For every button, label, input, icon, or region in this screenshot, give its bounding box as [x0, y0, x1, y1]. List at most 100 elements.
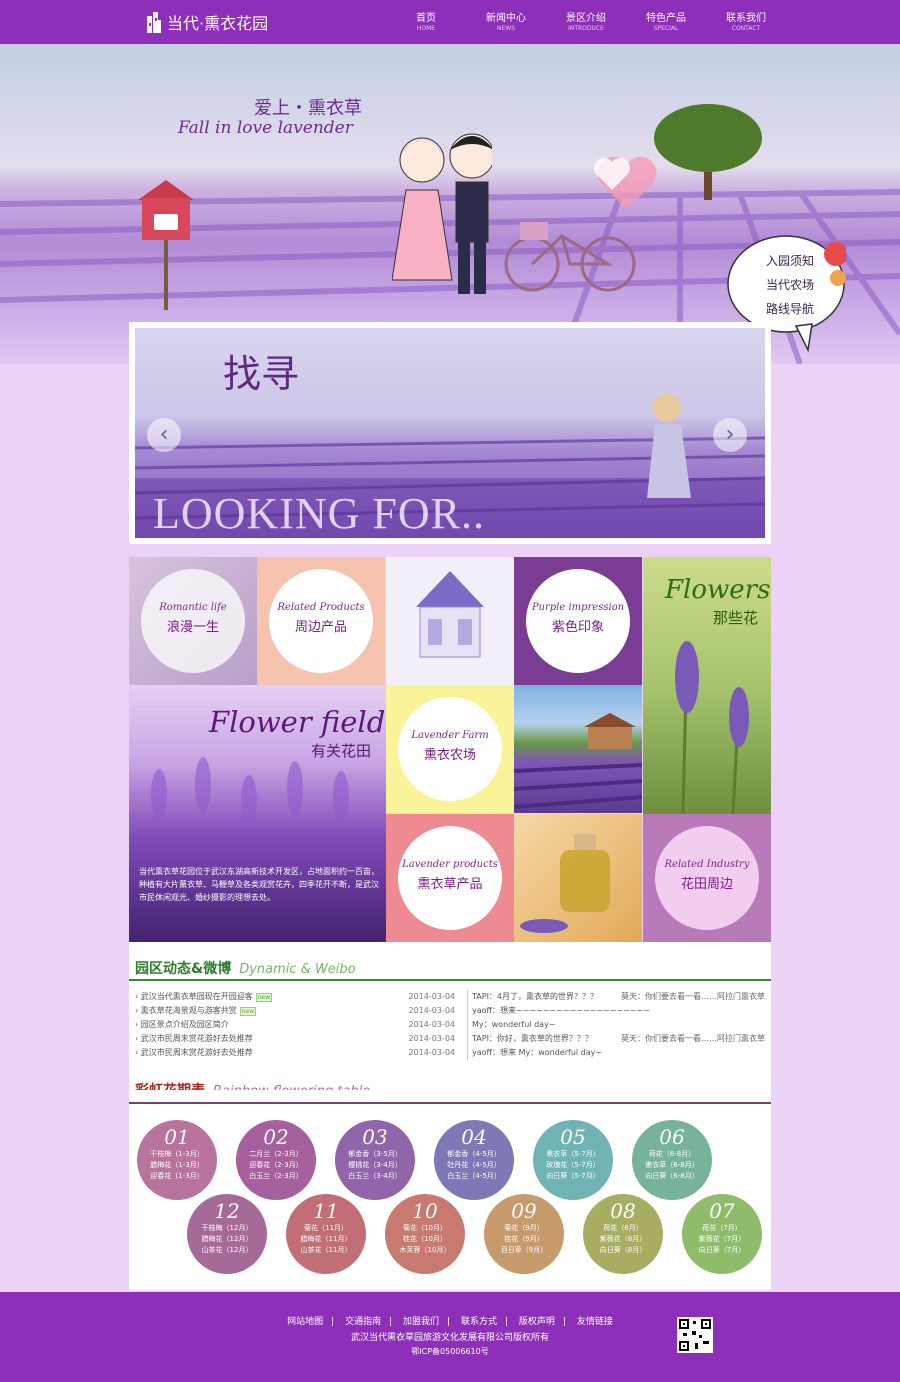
tile-title-cn: 周边产品	[294, 620, 347, 635]
tile-lavender-products: Lavender products 熏衣草产品	[386, 814, 514, 942]
month-number: 05	[560, 1125, 586, 1149]
flower-line: 樱桃花（3-4月）	[348, 1161, 402, 1169]
tile-related-industry: Related Industry 花田周边	[643, 814, 771, 942]
purple-impression-link[interactable]: Purple impression 紫色印象	[526, 569, 630, 673]
flower-line: 腊梅花（1-3月）	[150, 1161, 204, 1169]
flower-line: 玫瑰花（5-7月）	[546, 1161, 600, 1169]
footer: 网站地图 | 交通指南 | 加盟我们 | 联系方式 | 版权声明 | 友情链接 武汉当代熏…	[0, 1292, 900, 1382]
weibo-post[interactable]: TAPI：4月了，熏衣草的世界？？？ 莫天：你们要去看一看……阿拉门熏衣草	[472, 990, 765, 1004]
couple-illustration	[392, 133, 492, 294]
flower-line: 荷花（6-8月）	[648, 1150, 696, 1158]
footer-link-join[interactable]: 加盟我们	[397, 1317, 445, 1327]
news-item[interactable]: 园区景点介绍及园区简介 2014-03-04	[135, 1018, 455, 1032]
icp-number: 鄂ICP备05006610号	[411, 1347, 489, 1356]
tile-title-cn: 熏衣草产品	[417, 877, 483, 892]
month-circle[interactable]: 12 干枝梅（12月） 腊梅花（12月） 山茶花（12月）	[187, 1194, 267, 1274]
month-circle[interactable]: 05 熏衣草（5-7月） 玫瑰花（5-7月） 向日葵（5-7月）	[533, 1120, 613, 1200]
flower-line: 荷花（8月）	[603, 1224, 643, 1232]
hero-banner: 爱上・熏衣草 Fall in love lavender 入园须知 当代农场 路…	[0, 44, 900, 364]
month-number: 03	[362, 1125, 388, 1149]
slider-next-button[interactable]: ›	[713, 418, 747, 452]
tile-title-en: Lavender Farm	[411, 730, 489, 741]
nav-introduce[interactable]: 景区介绍 INTRODUCE	[546, 12, 626, 33]
news-item[interactable]: 武汉当代熏衣草园现在开园迎客new 2014-03-04	[135, 990, 455, 1004]
tile-flowers[interactable]: Flowers 那些花	[643, 557, 771, 814]
footer-link-contact[interactable]: 联系方式	[455, 1317, 503, 1327]
qr-code-icon	[677, 1317, 713, 1353]
bicycle-illustration	[504, 222, 636, 292]
romantic-life-link[interactable]: Romantic life 浪漫一生	[141, 569, 245, 673]
nav-special[interactable]: 特色产品 SPECIAL	[626, 12, 706, 33]
nav-sublabel: HOME	[416, 25, 436, 32]
quick-link-entry-notice[interactable]: 入园须知	[760, 252, 820, 269]
month-circle[interactable]: 11 菊花（11月） 腊梅花（11月） 山茶花（11月）	[286, 1194, 366, 1274]
top-navbar: 当代·熏衣花园 首页 HOME 新闻中心 NEWS 景区介绍 INTRODUCE 特色…	[0, 0, 900, 44]
news-item[interactable]: 武汉市民周末赏花游好去处推荐 2014-03-04	[135, 1032, 455, 1046]
flower-line: 郁金香（3-5月）	[348, 1150, 402, 1158]
flower-line: 干枝梅（12月）	[201, 1224, 253, 1232]
separator: |	[331, 1317, 335, 1327]
related-industry-link[interactable]: Related Industry 花田周边	[655, 826, 759, 930]
new-badge: new	[239, 1007, 257, 1016]
flower-line: 山茶花（12月）	[201, 1246, 253, 1254]
footer-link-friends[interactable]: 友情链接	[571, 1317, 619, 1327]
footer-link-traffic[interactable]: 交通指南	[339, 1317, 387, 1327]
month-circle[interactable]: 08 荷花（8月） 紫薇花（8月） 向日葵（8月）	[583, 1194, 663, 1274]
month-number: 10	[412, 1199, 438, 1223]
month-circle[interactable]: 02 二月兰（2-3月） 迎春花（2-3月） 白玉兰（2-3月）	[236, 1120, 316, 1200]
nav-label: 首页	[416, 13, 436, 24]
related-products-link[interactable]: Related Products 周边产品	[269, 569, 373, 673]
tile-title-en: Related Industry	[664, 859, 750, 870]
tile-title-cn: 浪漫一生	[166, 620, 219, 635]
news-item[interactable]: 熏衣草花海景观与游客共赏new 2014-03-04	[135, 1004, 455, 1018]
month-circle[interactable]: 03 郁金香（3-5月） 樱桃花（3-4月） 白玉兰（3-4月）	[335, 1120, 415, 1200]
footer-link-copyright[interactable]: 版权声明	[513, 1317, 561, 1327]
lavender-farm-link[interactable]: Lavender Farm 熏衣农场	[398, 697, 502, 801]
flower-line: 熏衣草（5-7月）	[546, 1150, 600, 1158]
month-number: 11	[313, 1199, 339, 1223]
site-logo[interactable]: 当代·熏衣花园	[146, 8, 268, 36]
weibo-post[interactable]: yaoff：想来 My：wonderful day~	[472, 1046, 765, 1060]
nav-contact[interactable]: 联系我们 CONTACT	[706, 12, 786, 33]
month-circle[interactable]: 10 菊花（10月） 桂花（10月） 木芙蓉（10月）	[385, 1194, 465, 1274]
nav-label: 景区介绍	[566, 13, 606, 24]
tile-title-en: Flower field	[209, 705, 386, 739]
nav-sublabel: NEWS	[496, 25, 516, 32]
weibo-post[interactable]: TAPI：你好，熏衣草的世界？？？ 莫天：你们要去看一看……阿拉门熏衣草	[472, 1032, 765, 1046]
footer-link-sitemap[interactable]: 网站地图	[281, 1317, 329, 1327]
news-date: 2014-03-04	[408, 1034, 456, 1043]
flower-line: 白玉兰（4-5月）	[447, 1172, 501, 1180]
nav-news[interactable]: 新闻中心 NEWS	[466, 12, 546, 33]
flower-line: 向日葵（5-7月）	[546, 1172, 600, 1180]
flower-line: 干枝梅（1-3月）	[150, 1150, 204, 1158]
tile-gift-box-photo	[386, 557, 514, 685]
tile-flower-field[interactable]: Flower field 有关花田 当代熏衣草花园位于武汉东湖高新技术开发区，占…	[129, 685, 386, 942]
flower-line: 荷花（7月）	[702, 1224, 742, 1232]
weibo-post[interactable]: yaoff：想来~~~~~~~~~~~~~~~~~~~~	[472, 1004, 765, 1018]
quick-link-route[interactable]: 路线导航	[760, 300, 820, 317]
slider-prev-button[interactable]: ‹	[147, 418, 181, 452]
nav-sublabel: SPECIAL	[653, 25, 679, 32]
month-circle[interactable]: 07 荷花（7月） 紫薇花（7月） 向日葵（7月）	[682, 1194, 762, 1274]
month-number: 12	[214, 1199, 240, 1223]
month-circle[interactable]: 04 郁金香（4-5月） 牡丹花（4-5月） 白玉兰（4-5月）	[434, 1120, 514, 1200]
quick-link-farm[interactable]: 当代农场	[760, 276, 820, 293]
flower-line: 紫薇花（8月）	[599, 1235, 647, 1243]
weibo-post[interactable]: My：wonderful day~	[472, 1018, 765, 1032]
news-item[interactable]: 武汉市民周末赏花游好去处推荐 2014-03-04	[135, 1046, 455, 1060]
nav-home[interactable]: 首页 HOME	[386, 12, 466, 33]
flower-line: 白玉兰（2-3月）	[249, 1172, 303, 1180]
lavender-products-link[interactable]: Lavender products 熏衣草产品	[398, 826, 502, 930]
flower-line: 桂花（9月）	[504, 1235, 544, 1243]
flower-line: 向日葵（8月）	[599, 1246, 647, 1254]
separator: |	[389, 1317, 393, 1327]
month-circle[interactable]: 01 干枝梅（1-3月） 腊梅花（1-3月） 迎春花（1-3月）	[137, 1120, 217, 1200]
logo-text: 当代·熏衣花园	[167, 14, 269, 33]
month-circle[interactable]: 06 荷花（6-8月） 熏衣草（6-8月） 向日葵（6-8月）	[632, 1120, 712, 1200]
month-number: 06	[659, 1125, 685, 1149]
divider	[129, 1102, 771, 1104]
month-circle[interactable]: 09 菊花（9月） 桂花（9月） 百日草（9月）	[484, 1194, 564, 1274]
flower-line: 白玉兰（3-4月）	[348, 1172, 402, 1180]
tile-title-cn: 熏衣农场	[423, 748, 476, 763]
farmhouse-photo	[514, 713, 642, 809]
